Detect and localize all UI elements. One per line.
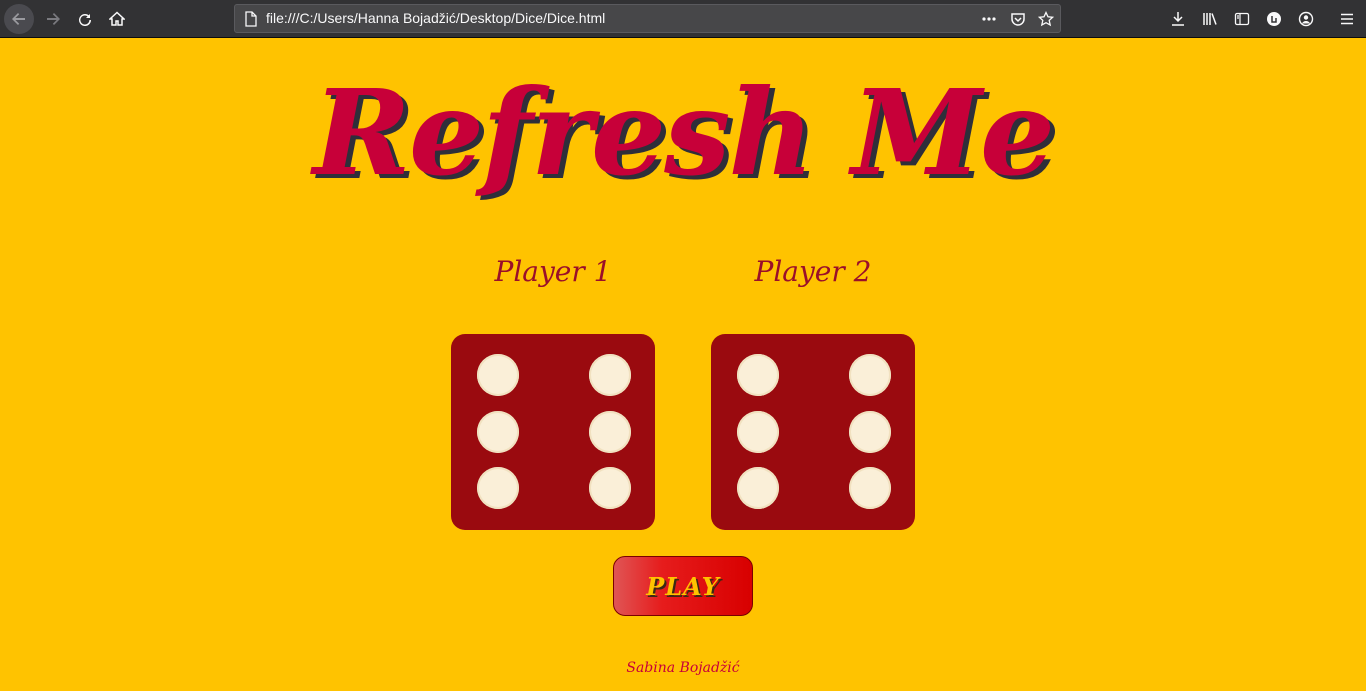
reload-button[interactable]	[70, 4, 100, 34]
die-pip	[477, 467, 519, 509]
bookmark-star-icon	[1038, 11, 1054, 27]
url-text: file:///C:/Users/Hanna Bojadžić/Desktop/…	[266, 10, 606, 26]
account-button[interactable]	[1291, 4, 1321, 34]
forward-button[interactable]	[38, 4, 68, 34]
browser-toolbar: file:///C:/Users/Hanna Bojadžić/Desktop/…	[0, 0, 1366, 38]
die-pip	[849, 411, 891, 453]
back-icon	[12, 13, 25, 25]
die-pip	[737, 354, 779, 396]
pocket-button[interactable]	[1009, 11, 1027, 27]
account-icon	[1298, 11, 1314, 27]
sidebar-icon	[1234, 12, 1250, 26]
extension-button[interactable]	[1259, 4, 1289, 34]
home-button[interactable]	[102, 4, 132, 34]
reload-icon	[79, 14, 92, 27]
forward-icon	[47, 13, 60, 25]
bookmark-button[interactable]	[1037, 11, 1055, 27]
home-icon	[109, 11, 125, 26]
die-pip	[589, 411, 631, 453]
page-actions-button[interactable]	[980, 11, 998, 27]
player2-label: Player 2	[754, 255, 872, 288]
die-pip	[849, 467, 891, 509]
pocket-icon	[1011, 13, 1025, 26]
play-button[interactable]: PLAY	[613, 556, 753, 616]
downloads-button[interactable]	[1163, 4, 1193, 34]
library-icon	[1203, 13, 1217, 25]
play-button-label: PLAY	[646, 571, 720, 601]
extension-icon	[1267, 12, 1281, 26]
die-pip	[737, 467, 779, 509]
sidebar-button[interactable]	[1227, 4, 1257, 34]
player1-die	[451, 334, 655, 530]
player1-label: Player 1	[494, 255, 612, 288]
die-pip	[737, 411, 779, 453]
author-credit: Sabina Bojadžić	[626, 660, 740, 676]
menu-icon	[1341, 13, 1353, 25]
player2-die	[711, 334, 915, 530]
die-pip	[477, 411, 519, 453]
url-bar[interactable]: file:///C:/Users/Hanna Bojadžić/Desktop/…	[234, 4, 1061, 33]
page-title: Refresh Me	[312, 63, 1055, 202]
library-button[interactable]	[1195, 4, 1225, 34]
die-pip	[849, 354, 891, 396]
page-icon	[245, 11, 257, 27]
menu-button[interactable]	[1332, 4, 1362, 34]
back-button[interactable]	[4, 4, 34, 34]
die-pip	[477, 354, 519, 396]
more-icon	[982, 17, 996, 21]
die-pip	[589, 354, 631, 396]
die-pip	[589, 467, 631, 509]
download-icon	[1172, 12, 1184, 26]
